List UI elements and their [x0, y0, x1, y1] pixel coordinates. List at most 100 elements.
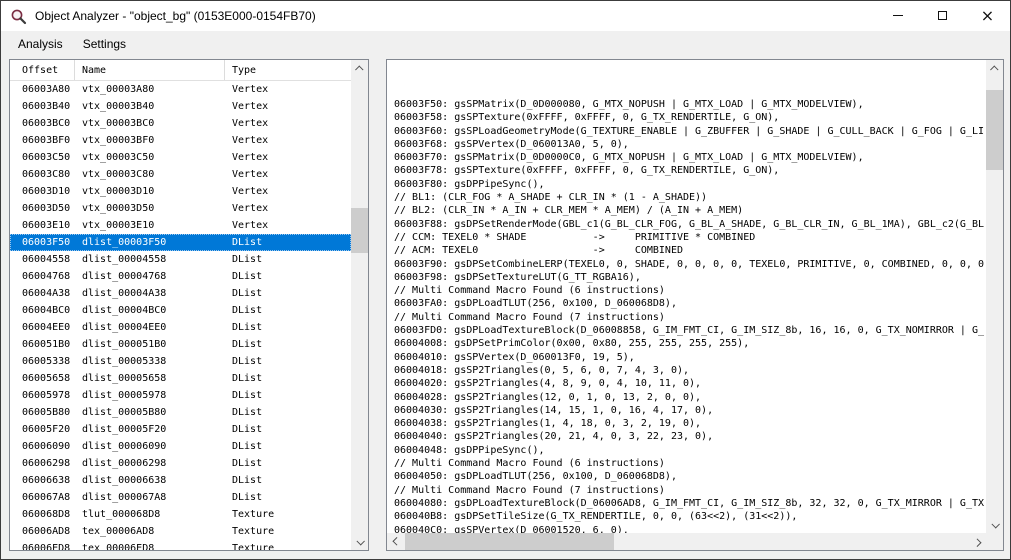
code-line: 06003F80: gsDPPipeSync(),	[394, 178, 986, 191]
cell-type: Vertex	[225, 118, 351, 129]
list-row[interactable]: 06005658 dlist_00005658 DList	[10, 370, 351, 387]
list-row[interactable]: 06006638 dlist_00006638 DList	[10, 472, 351, 489]
minimize-button[interactable]	[875, 1, 920, 30]
cell-offset: 06003D50	[10, 203, 75, 214]
list-row[interactable]: 06005F20 dlist_00005F20 DList	[10, 421, 351, 438]
menu-item-settings[interactable]: Settings	[73, 33, 136, 55]
cell-type: DList	[225, 271, 351, 282]
cell-type: DList	[225, 356, 351, 367]
object-list-panel: Offset Name Type 06003A80 vtx_00003A80 V…	[9, 59, 369, 551]
code-line: 06003F78: gsSPTexture(0xFFFF, 0xFFFF, 0,…	[394, 164, 986, 177]
scroll-up-icon[interactable]	[986, 60, 1003, 77]
disassembly-text[interactable]: 06003F50: gsSPMatrix(D_0D000080, G_MTX_N…	[387, 60, 986, 533]
code-line: 060040B8: gsDPSetTileSize(G_TX_RENDERTIL…	[394, 510, 986, 523]
list-row[interactable]: 06004768 dlist_00004768 DList	[10, 268, 351, 285]
list-row[interactable]: 06006090 dlist_00006090 DList	[10, 438, 351, 455]
code-vscrollbar-thumb[interactable]	[986, 90, 1003, 170]
code-line: 06003F90: gsDPSetCombineLERP(TEXEL0, 0, …	[394, 258, 986, 271]
cell-name: dlist_000051B0	[75, 339, 225, 350]
object-list: 06003A80 vtx_00003A80 Vertex 06003B40 vt…	[10, 81, 351, 550]
list-row[interactable]: 06003B40 vtx_00003B40 Vertex	[10, 98, 351, 115]
scroll-left-icon[interactable]	[387, 533, 404, 550]
column-header-name[interactable]: Name	[75, 60, 225, 80]
cell-name: vtx_00003D50	[75, 203, 225, 214]
list-scrollbar-thumb[interactable]	[351, 208, 368, 253]
list-row[interactable]: 06003A80 vtx_00003A80 Vertex	[10, 81, 351, 98]
maximize-icon	[938, 11, 947, 20]
scroll-down-icon[interactable]	[351, 533, 368, 550]
list-row[interactable]: 06003E10 vtx_00003E10 Vertex	[10, 217, 351, 234]
close-button[interactable]: ×	[965, 1, 1010, 30]
code-line: 06004080: gsDPLoadTextureBlock(D_06006AD…	[394, 497, 986, 510]
cell-type: DList	[225, 322, 351, 333]
list-row[interactable]: 06003F50 dlist_00003F50 DList	[10, 234, 351, 251]
code-line: 06004028: gsSP2Triangles(12, 0, 1, 0, 13…	[394, 391, 986, 404]
code-line: // ACM: TEXEL0 -> COMBINED	[394, 244, 986, 257]
cell-offset: 06004EE0	[10, 322, 75, 333]
list-row[interactable]: 06004A38 dlist_00004A38 DList	[10, 285, 351, 302]
code-line: // BL1: (CLR_FOG * A_SHADE + CLR_IN * (1…	[394, 191, 986, 204]
cell-name: dlist_00003F50	[75, 237, 225, 248]
list-row[interactable]: 06006ED8 tex_00006ED8 Texture	[10, 540, 351, 550]
code-vertical-scrollbar[interactable]	[986, 60, 1003, 533]
list-row[interactable]: 060067A8 dlist_000067A8 DList	[10, 489, 351, 506]
scroll-right-icon[interactable]	[969, 533, 986, 550]
cell-offset: 06004768	[10, 271, 75, 282]
scroll-down-icon[interactable]	[986, 516, 1003, 533]
cell-type: DList	[225, 339, 351, 350]
cell-type: Vertex	[225, 186, 351, 197]
cell-offset: 06006ED8	[10, 543, 75, 550]
code-line: 06003F98: gsDPSetTextureLUT(G_TT_RGBA16)…	[394, 271, 986, 284]
list-row[interactable]: 06004558 dlist_00004558 DList	[10, 251, 351, 268]
cell-name: dlist_00005F20	[75, 424, 225, 435]
cell-type: DList	[225, 424, 351, 435]
code-line: 06004050: gsDPLoadTLUT(256, 0x100, D_060…	[394, 470, 986, 483]
list-row[interactable]: 06005338 dlist_00005338 DList	[10, 353, 351, 370]
column-header-offset[interactable]: Offset	[10, 60, 75, 80]
list-row[interactable]: 060051B0 dlist_000051B0 DList	[10, 336, 351, 353]
code-line: // CCM: TEXEL0 * SHADE -> PRIMITIVE * CO…	[394, 231, 986, 244]
cell-name: vtx_00003E10	[75, 220, 225, 231]
code-horizontal-scrollbar[interactable]	[387, 533, 986, 550]
maximize-button[interactable]	[920, 1, 965, 30]
column-header-type[interactable]: Type	[225, 60, 351, 80]
cell-name: dlist_00006638	[75, 475, 225, 486]
cell-name: dlist_00005658	[75, 373, 225, 384]
list-row[interactable]: 06003BC0 vtx_00003BC0 Vertex	[10, 115, 351, 132]
list-row[interactable]: 06004EE0 dlist_00004EE0 DList	[10, 319, 351, 336]
cell-type: DList	[225, 237, 351, 248]
cell-offset: 060068D8	[10, 509, 75, 520]
cell-type: DList	[225, 288, 351, 299]
cell-offset: 06003D10	[10, 186, 75, 197]
scroll-up-icon[interactable]	[351, 60, 368, 77]
cell-offset: 06004BC0	[10, 305, 75, 316]
cell-type: Vertex	[225, 169, 351, 180]
list-row[interactable]: 060068D8 tlut_000068D8 Texture	[10, 506, 351, 523]
list-row[interactable]: 06003C50 vtx_00003C50 Vertex	[10, 149, 351, 166]
list-row[interactable]: 06003D50 vtx_00003D50 Vertex	[10, 200, 351, 217]
list-row[interactable]: 06003BF0 vtx_00003BF0 Vertex	[10, 132, 351, 149]
disassembly-panel: 06003F50: gsSPMatrix(D_0D000080, G_MTX_N…	[386, 59, 1004, 551]
list-row[interactable]: 06003C80 vtx_00003C80 Vertex	[10, 166, 351, 183]
cell-name: dlist_00004BC0	[75, 305, 225, 316]
code-hscrollbar-thumb[interactable]	[405, 533, 614, 550]
cell-type: Vertex	[225, 152, 351, 163]
cell-type: DList	[225, 458, 351, 469]
menu-item-analysis[interactable]: Analysis	[8, 33, 73, 55]
list-row[interactable]: 06004BC0 dlist_00004BC0 DList	[10, 302, 351, 319]
cell-name: tex_00006ED8	[75, 543, 225, 550]
list-row[interactable]: 06006AD8 tex_00006AD8 Texture	[10, 523, 351, 540]
code-line: // Multi Command Macro Found (7 instruct…	[394, 311, 986, 324]
code-line: 06004018: gsSP2Triangles(0, 5, 6, 0, 7, …	[394, 364, 986, 377]
cell-offset: 06003A80	[10, 84, 75, 95]
list-row[interactable]: 06003D10 vtx_00003D10 Vertex	[10, 183, 351, 200]
cell-type: DList	[225, 492, 351, 503]
window-controls: ×	[875, 1, 1010, 30]
magnifier-app-icon	[10, 8, 27, 25]
list-row[interactable]: 06005B80 dlist_00005B80 DList	[10, 404, 351, 421]
list-row[interactable]: 06006298 dlist_00006298 DList	[10, 455, 351, 472]
list-vertical-scrollbar[interactable]	[351, 60, 368, 550]
list-row[interactable]: 06005978 dlist_00005978 DList	[10, 387, 351, 404]
cell-offset: 06006638	[10, 475, 75, 486]
cell-name: dlist_00004A38	[75, 288, 225, 299]
